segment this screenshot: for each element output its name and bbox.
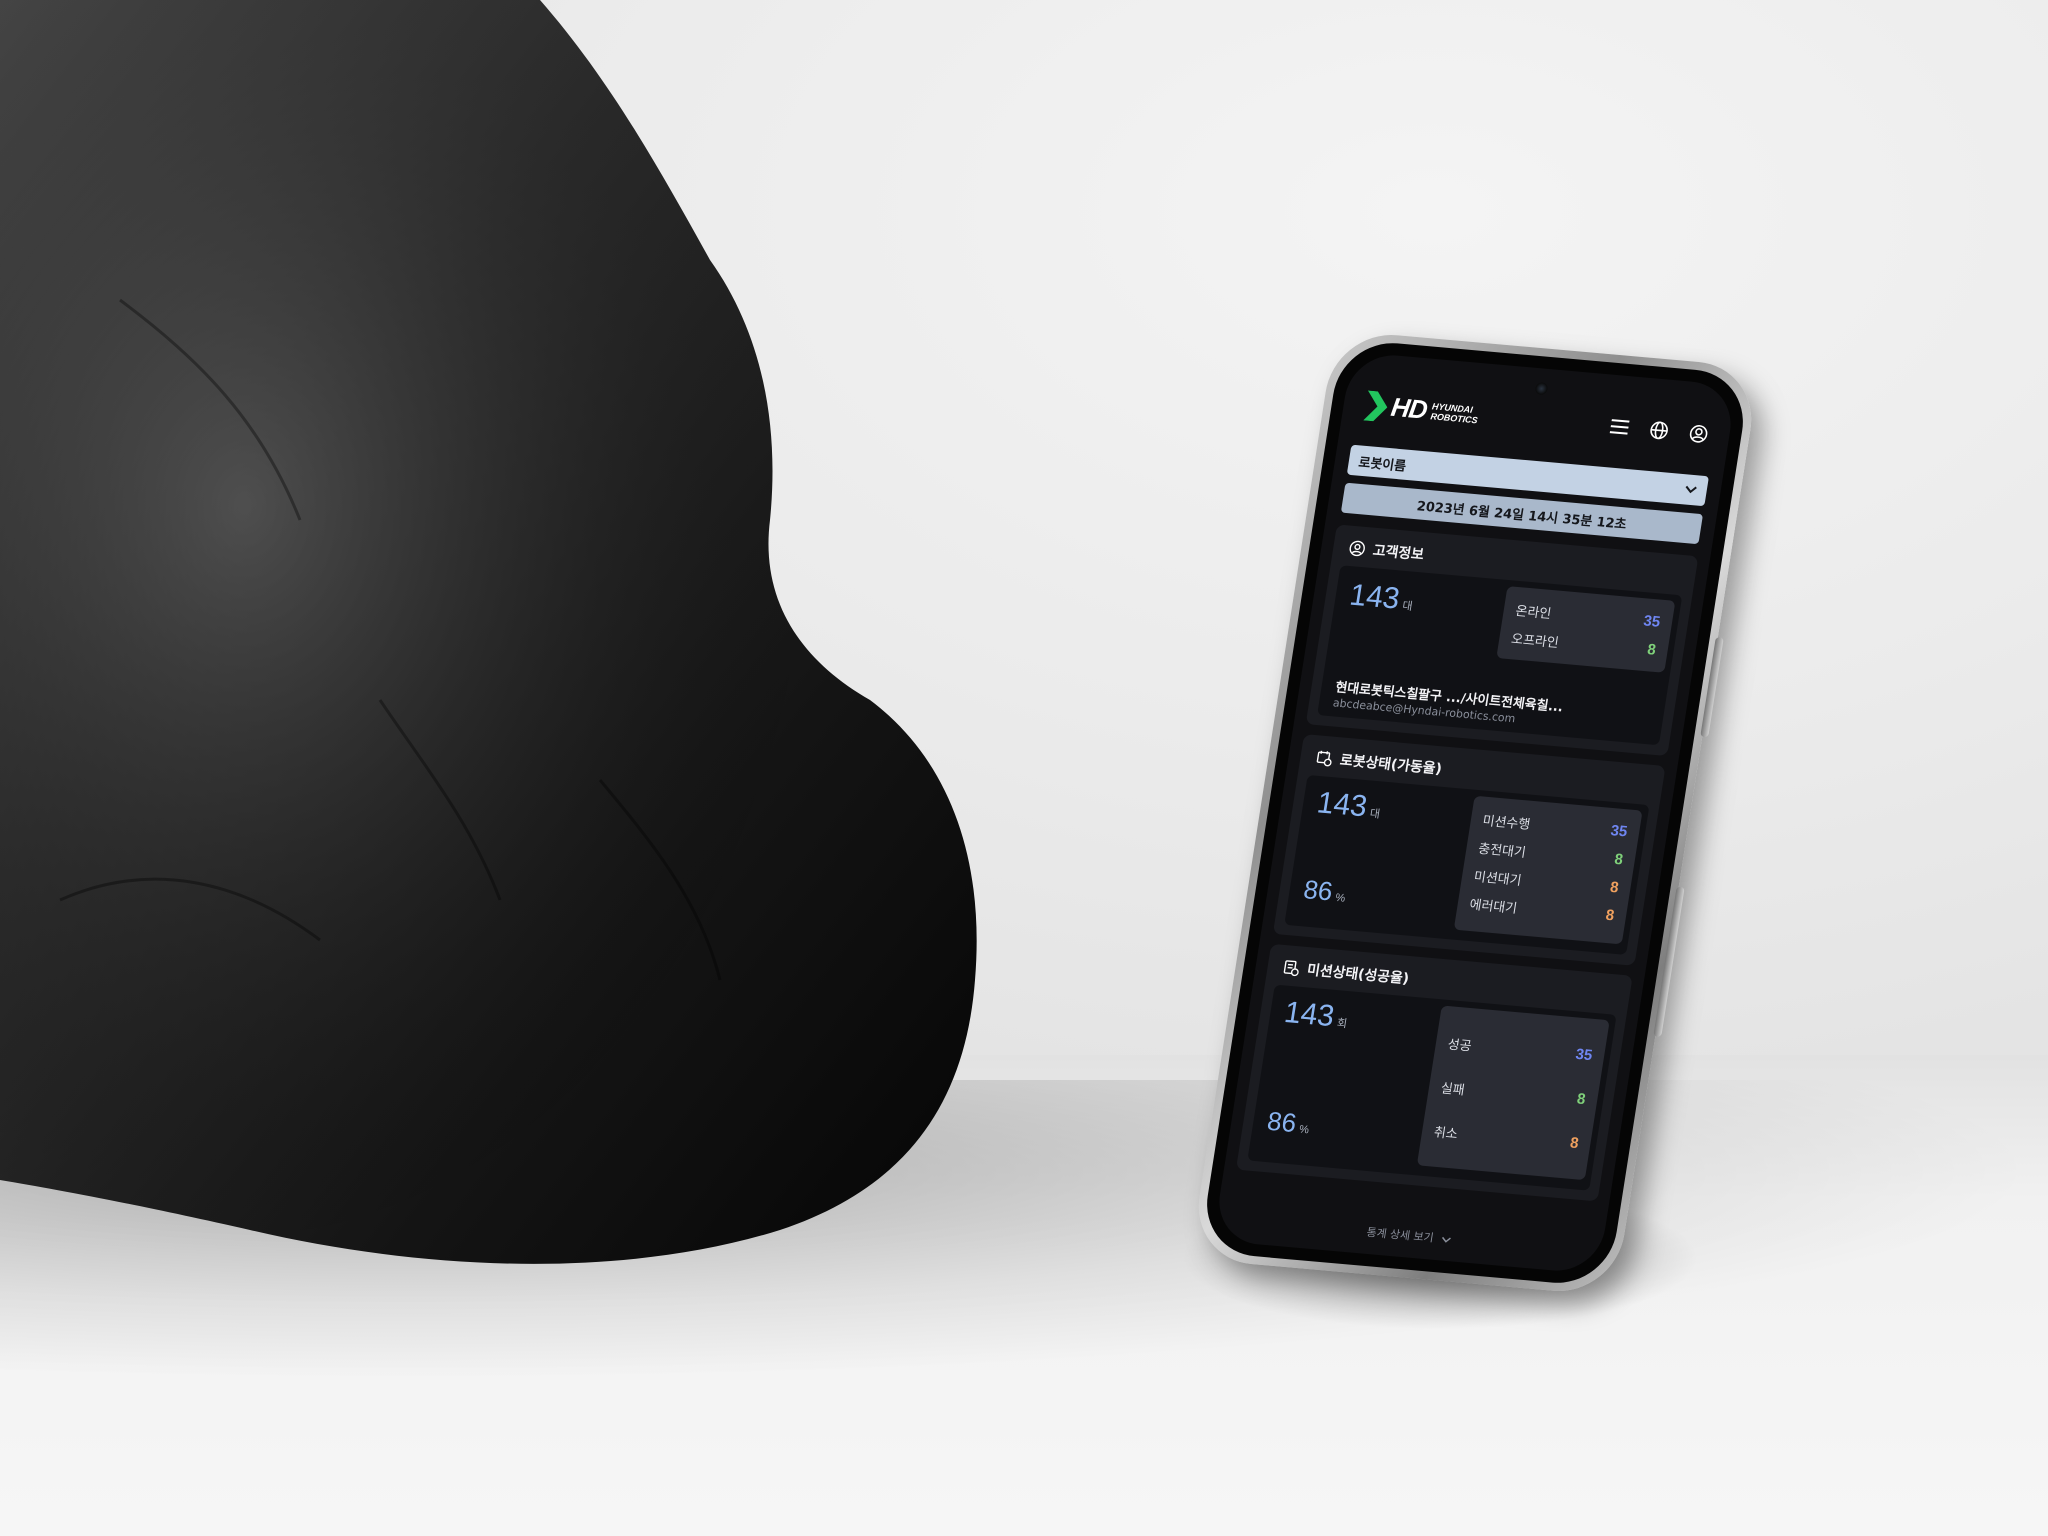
document-clock-icon [1283, 960, 1299, 977]
card-title: 고객정보 [1348, 538, 1426, 565]
mission-status-card: 미션상태(성공율) 143회 86% 성공 35 실패 8 취소 8 [1235, 943, 1633, 1202]
mission-status-body[interactable]: 143회 86% 성공 35 실패 8 취소 8 [1247, 984, 1617, 1191]
stat-value: 35 [1609, 821, 1629, 841]
robot-select-value: 로봇이름 [1357, 455, 1408, 475]
logo-subtitle: HYUNDAI ROBOTICS [1430, 401, 1480, 425]
robot-total: 143대 [1315, 786, 1384, 826]
mission-rate-unit: % [1298, 1123, 1310, 1137]
scene: HD HYUNDAI ROBOTICS 로봇이름 2023년 6월 24일 14… [0, 0, 2048, 1536]
globe-icon[interactable] [1647, 418, 1672, 442]
robot-rate: 86% [1301, 874, 1348, 909]
mission-total-unit: 회 [1336, 1017, 1348, 1031]
stat-value: 8 [1646, 640, 1658, 659]
stat-label: 미션대기 [1472, 869, 1523, 889]
customer-card-title: 고객정보 [1371, 542, 1426, 564]
stat-value: 8 [1568, 1133, 1580, 1152]
stat-value: 35 [1642, 611, 1662, 631]
calendar-clock-icon [1316, 750, 1332, 767]
stat-label: 충전대기 [1477, 841, 1527, 861]
customer-total-value: 143 [1347, 578, 1402, 616]
mission-rate-value: 86 [1265, 1105, 1299, 1139]
robot-status-body[interactable]: 143대 86% 미션수행 35 충전대기 8 미션대기 8 에러대기 8 [1284, 774, 1650, 955]
brand-logo[interactable]: HD HYUNDAI ROBOTICS [1363, 389, 1481, 430]
robot-rate-value: 86 [1301, 874, 1335, 907]
mission-status-title: 미션상태(성공율) [1305, 962, 1411, 988]
mission-rate: 86% [1265, 1106, 1312, 1141]
online-stats-box: 온라인 35 오프라인 8 [1496, 586, 1676, 673]
stat-value: 35 [1574, 1045, 1594, 1064]
stat-value: 8 [1608, 878, 1620, 896]
stat-value: 8 [1613, 850, 1625, 868]
stat-label: 미션수행 [1481, 813, 1532, 833]
user-circle-icon [1349, 540, 1365, 557]
camera-icon [1534, 382, 1549, 396]
user-icon[interactable] [1686, 422, 1711, 446]
header-actions [1607, 415, 1711, 446]
logo-text: HD [1389, 391, 1429, 425]
stats-detail-label: 통계 상세 보기 [1365, 1225, 1435, 1245]
robot-status-stats-box: 미션수행 35 충전대기 8 미션대기 8 에러대기 8 [1453, 795, 1643, 945]
robot-rate-unit: % [1334, 891, 1347, 905]
stat-label: 성공 [1446, 1036, 1473, 1055]
datetime-text: 2023년 6월 24일 14시 35분 12초 [1415, 498, 1628, 533]
chevron-down-icon [1685, 485, 1697, 494]
stat-label: 온라인 [1514, 603, 1553, 622]
rock-image [0, 0, 977, 1264]
logo-mark-icon [1363, 389, 1389, 422]
customer-total: 143대 [1347, 578, 1416, 618]
stat-value: 8 [1604, 906, 1616, 924]
robot-status-card: 로봇상태(가동율) 143대 86% 미션수행 35 충전대기 8 미션대기 8… [1272, 734, 1666, 966]
card-title: 로봇상태(가동율) [1315, 747, 1444, 778]
robot-total-value: 143 [1314, 786, 1370, 824]
stat-label: 에러대기 [1468, 897, 1519, 917]
customer-total-unit: 대 [1401, 600, 1414, 613]
robot-total-unit: 대 [1368, 807, 1381, 821]
stat-value: 8 [1575, 1089, 1587, 1108]
mission-total: 143회 [1282, 996, 1351, 1036]
mission-total-value: 143 [1281, 995, 1337, 1034]
robot-status-title: 로봇상태(가동율) [1338, 752, 1443, 778]
customer-info-card: 고객정보 143대 온라인 35 오프라인 8 현대로봇틱스칠팔구 .../사이… [1305, 524, 1699, 757]
stat-label: 취소 [1432, 1124, 1459, 1142]
card-title: 미션상태(성공율) [1282, 957, 1411, 988]
stat-label: 실패 [1439, 1080, 1466, 1098]
mission-status-stats-box: 성공 35 실패 8 취소 8 [1416, 1005, 1610, 1181]
menu-icon[interactable] [1607, 415, 1632, 439]
customer-card-body[interactable]: 143대 온라인 35 오프라인 8 현대로봇틱스칠팔구 .../사이트전체육칠… [1317, 565, 1683, 746]
stat-label: 오프라인 [1510, 631, 1560, 651]
chevron-down-icon [1441, 1236, 1451, 1243]
